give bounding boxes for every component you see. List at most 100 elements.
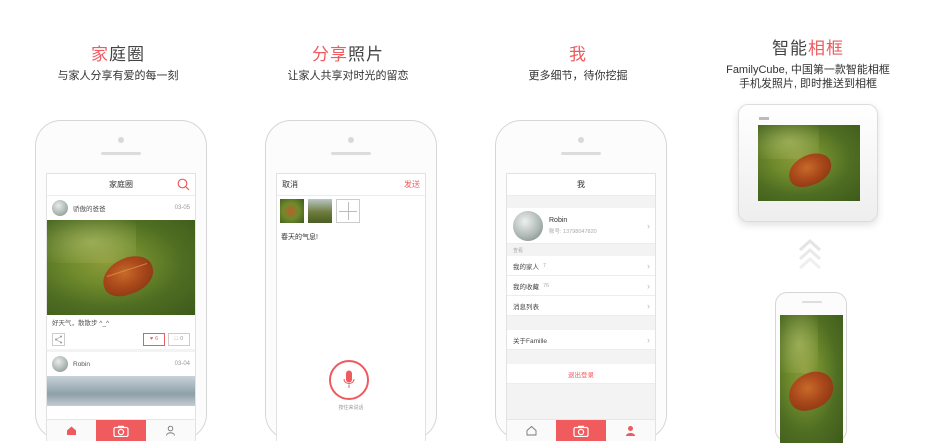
microphone-icon bbox=[343, 370, 355, 388]
share-text[interactable]: 春天的气息! bbox=[277, 226, 425, 248]
search-icon[interactable] bbox=[177, 178, 190, 193]
menu-item-label: 我的收藏 bbox=[513, 283, 539, 291]
smart-frame bbox=[738, 104, 878, 222]
heart-icon: ♥ bbox=[149, 336, 154, 342]
thumbnail-photo[interactable] bbox=[280, 199, 304, 223]
tab-camera[interactable] bbox=[556, 420, 606, 441]
profile-name: Robin bbox=[549, 216, 568, 224]
panel-2-title-accent: 分享 bbox=[312, 45, 348, 64]
chevron-right-icon: › bbox=[647, 260, 650, 271]
phone-me: 我 Robin 账号: 13798047820 › 查看 我的家人 7 › 我的收… bbox=[495, 120, 667, 441]
menu-item-count: 76 bbox=[543, 282, 550, 289]
phone-camera bbox=[578, 137, 584, 143]
comment-icon: □ bbox=[174, 336, 179, 342]
phone-camera bbox=[118, 137, 124, 143]
avatar[interactable] bbox=[52, 356, 68, 372]
post-caption: 好天气，散散步 ^_^ bbox=[52, 320, 110, 327]
me-nav-title: 我 bbox=[577, 180, 585, 189]
phone-speaker bbox=[802, 301, 822, 303]
comment-count: 0 bbox=[180, 336, 184, 342]
voice-hint: 按住来说话 bbox=[338, 405, 364, 411]
tab-me[interactable] bbox=[146, 420, 195, 441]
panel-1-title-accent: 家 bbox=[91, 45, 109, 64]
logout-button[interactable]: 退出登录 bbox=[507, 364, 655, 384]
post-date: 03-05 bbox=[174, 205, 190, 211]
comment-button[interactable]: □ 0 bbox=[168, 332, 190, 346]
push-arrows-icon bbox=[798, 238, 822, 272]
post-photo[interactable] bbox=[47, 220, 195, 315]
mic-button[interactable] bbox=[329, 360, 369, 400]
post-username-2[interactable]: Robin bbox=[73, 361, 90, 368]
menu-item-favorites[interactable]: 我的收藏 76 › bbox=[507, 276, 655, 296]
phone-speaker bbox=[101, 152, 141, 155]
menu-item-messages[interactable]: 消息列表 › bbox=[507, 296, 655, 316]
leaf-image bbox=[783, 366, 839, 416]
home-icon bbox=[526, 425, 537, 436]
feed-screen: 家庭圈 骄傲的爸爸 03-05 好天气，散散步 ^_^ ♥ 6 □ 0 Robi… bbox=[46, 173, 196, 441]
frame-photo bbox=[758, 125, 860, 201]
panel-2-heading: 分享照片 让家人共享对时光的留恋 bbox=[268, 40, 428, 83]
post-date-2: 03-04 bbox=[174, 361, 190, 367]
post-header-2: Robin 03-04 bbox=[47, 352, 195, 376]
panel-4-heading: 智能相框 FamilyCube, 中国第一款智能相框 手机发照片, 即时推送到相… bbox=[708, 34, 908, 91]
person-icon bbox=[165, 425, 175, 436]
chevron-right-icon: › bbox=[647, 334, 650, 345]
panel-2-subtitle: 让家人共享对时光的留恋 bbox=[287, 70, 409, 82]
panel-4-title-prefix: 智能 bbox=[772, 39, 808, 58]
post-username[interactable]: 骄傲的爸爸 bbox=[73, 203, 106, 213]
panel-3-title-accent: 我 bbox=[569, 45, 587, 64]
tab-bar bbox=[507, 419, 655, 441]
menu-item-about[interactable]: 关于Famille › bbox=[507, 330, 655, 350]
avatar[interactable] bbox=[52, 200, 68, 216]
panel-4-subtitle-line2: 手机发照片, 即时推送到相框 bbox=[738, 78, 878, 90]
panel-1-title-rest: 庭圈 bbox=[109, 45, 145, 64]
tab-bar bbox=[47, 419, 195, 441]
avatar bbox=[513, 210, 543, 241]
me-navbar: 我 bbox=[507, 174, 655, 196]
share-screen: 取消 发送 春天的气息! 按住来说话 bbox=[276, 173, 426, 441]
photo-picker bbox=[277, 196, 425, 226]
send-button[interactable]: 发送 bbox=[404, 179, 420, 190]
phone-speaker bbox=[561, 152, 601, 155]
phone-speaker bbox=[331, 152, 371, 155]
panel-2-title-rest: 照片 bbox=[348, 45, 384, 64]
camera-icon bbox=[113, 425, 129, 437]
share-icon[interactable] bbox=[52, 332, 65, 346]
section-label: 查看 bbox=[513, 248, 524, 254]
panel-1-heading: 家庭圈 与家人分享有爱的每一刻 bbox=[38, 40, 198, 83]
profile-account: 账号: 13798047820 bbox=[549, 228, 597, 235]
thumbnail-photo[interactable] bbox=[308, 199, 332, 223]
tab-home[interactable] bbox=[507, 420, 556, 441]
panel-3-heading: 我 更多细节，待你挖掘 bbox=[498, 40, 658, 83]
logout-label: 退出登录 bbox=[568, 371, 594, 379]
menu-item-label: 我的家人 bbox=[513, 263, 539, 271]
panel-1-subtitle: 与家人分享有爱的每一刻 bbox=[57, 70, 179, 82]
camera-icon bbox=[573, 425, 589, 437]
menu-item-label: 关于Famille bbox=[513, 337, 547, 345]
chevron-right-icon: › bbox=[647, 220, 650, 231]
tab-home[interactable] bbox=[47, 420, 96, 441]
cancel-button[interactable]: 取消 bbox=[282, 179, 298, 190]
chevron-right-icon: › bbox=[647, 280, 650, 291]
panel-3-subtitle: 更多细节，待你挖掘 bbox=[528, 70, 628, 82]
tab-me[interactable] bbox=[606, 420, 655, 441]
panel-4-title-accent: 相框 bbox=[808, 39, 844, 58]
menu-item-family[interactable]: 我的家人 7 › bbox=[507, 256, 655, 276]
post-actions: ♥ 6 □ 0 bbox=[47, 329, 195, 349]
small-phone-photo bbox=[780, 315, 843, 443]
add-photo-button[interactable] bbox=[336, 199, 360, 223]
share-navbar: 取消 发送 bbox=[277, 174, 425, 196]
menu-item-count: 7 bbox=[543, 262, 547, 269]
like-count: 6 bbox=[155, 336, 159, 342]
like-button[interactable]: ♥ 6 bbox=[143, 332, 165, 346]
me-screen: 我 Robin 账号: 13798047820 › 查看 我的家人 7 › 我的收… bbox=[506, 173, 656, 441]
phone-camera bbox=[348, 137, 354, 143]
person-icon bbox=[625, 426, 635, 436]
tab-camera[interactable] bbox=[96, 420, 146, 441]
frame-logo bbox=[759, 117, 769, 120]
profile-row[interactable]: Robin 账号: 13798047820 › bbox=[507, 208, 655, 244]
feed-navbar: 家庭圈 bbox=[47, 174, 195, 196]
post-photo-2[interactable] bbox=[47, 376, 195, 406]
post-header: 骄傲的爸爸 03-05 bbox=[47, 196, 195, 220]
phone-feed: 家庭圈 骄傲的爸爸 03-05 好天气，散散步 ^_^ ♥ 6 □ 0 Robi… bbox=[35, 120, 207, 441]
